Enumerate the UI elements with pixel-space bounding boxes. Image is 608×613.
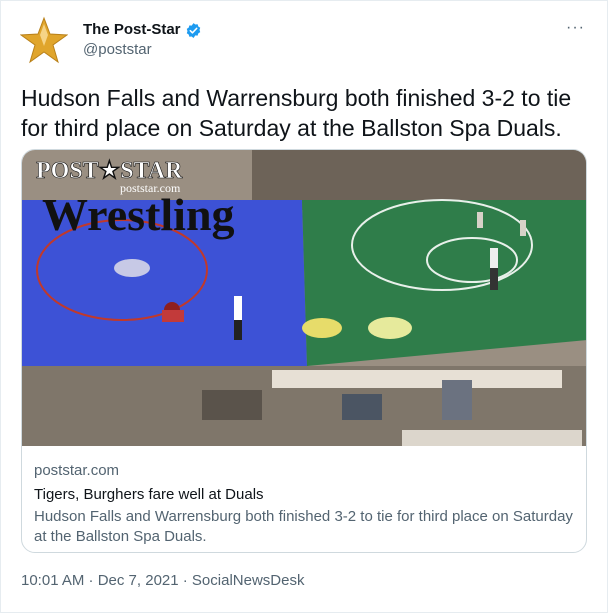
card-title[interactable]: Tigers, Burghers fare well at Duals: [34, 485, 574, 505]
gold-star-icon: [20, 16, 68, 64]
card-image: POST★STAR poststar.com Wrestling: [22, 150, 586, 446]
card-image-section: Wrestling: [42, 189, 235, 240]
author-info: The Post-Star @poststar: [83, 21, 202, 60]
link-card[interactable]: POST★STAR poststar.com Wrestling poststa…: [21, 149, 587, 553]
author-name[interactable]: The Post-Star: [83, 21, 181, 39]
tweet-text: Hudson Falls and Warrensburg both finish…: [21, 85, 572, 141]
card-meta: poststar.com Tigers, Burghers fare well …: [34, 461, 574, 547]
more-options-button[interactable]: ···: [566, 19, 585, 37]
tweet-timestamp[interactable]: 10:01 AM · Dec 7, 2021 · SocialNewsDesk: [21, 571, 304, 591]
card-domain: poststar.com: [34, 462, 120, 479]
verified-badge-icon: [186, 22, 200, 38]
author-handle[interactable]: @poststar: [83, 40, 202, 60]
author-avatar[interactable]: [19, 15, 69, 65]
card-description: Hudson Falls and Warrensburg both finish…: [34, 508, 573, 545]
tweet-container: The Post-Star @poststar ··· Hudson Falls…: [0, 0, 608, 613]
